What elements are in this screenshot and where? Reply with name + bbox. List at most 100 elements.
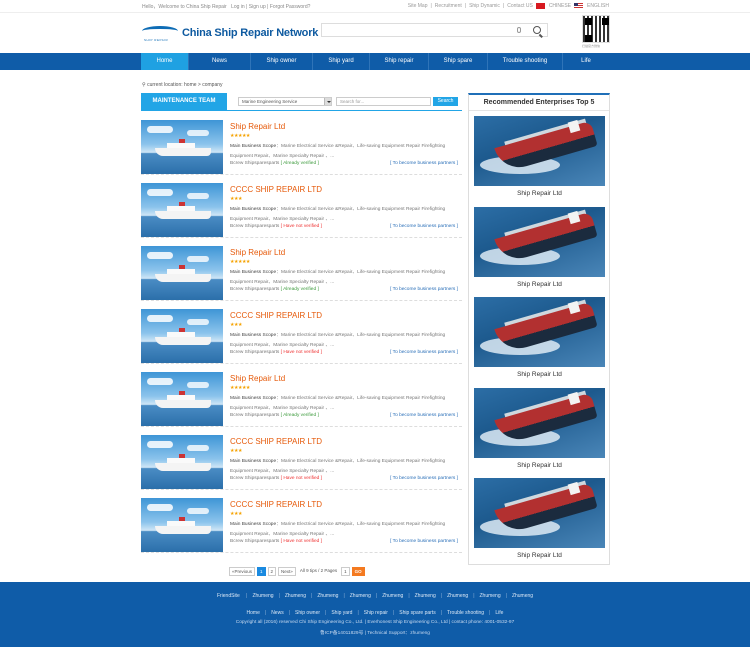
- recommended-card[interactable]: Ship Repair Ltd: [474, 478, 605, 564]
- business-scope-label: Main Business Scope: [230, 144, 277, 149]
- company-title[interactable]: Ship Repair Ltd: [230, 122, 285, 131]
- microphone-icon[interactable]: [517, 27, 521, 33]
- global-search-input[interactable]: [321, 23, 548, 37]
- become-partner-link[interactable]: [ To become business partners ]: [390, 476, 458, 481]
- company-thumbnail[interactable]: [141, 183, 223, 237]
- friend-site-link[interactable]: Zhumeng: [252, 593, 273, 599]
- company-thumbnail[interactable]: [141, 120, 223, 174]
- friend-site-link[interactable]: Zhumeng: [480, 593, 501, 599]
- lang-chinese-link[interactable]: CHINESE: [549, 3, 571, 9]
- footer-nav-link[interactable]: News: [271, 610, 284, 616]
- separator: |: [473, 593, 475, 599]
- recommended-card[interactable]: Ship Repair Ltd: [474, 297, 605, 383]
- footer-nav-link[interactable]: Ship owner: [295, 610, 320, 616]
- recommended-card-title[interactable]: Ship Repair Ltd: [474, 277, 605, 293]
- separator: |: [440, 593, 443, 599]
- next-page-button[interactable]: Next»: [278, 567, 296, 576]
- company-title[interactable]: CCCC SHIP REPAIR LTD: [230, 500, 322, 509]
- friend-site-link[interactable]: Zhumeng: [317, 593, 338, 599]
- recommended-card[interactable]: Ship Repair Ltd: [474, 206, 605, 293]
- friend-site-link[interactable]: Zhumeng: [415, 593, 436, 599]
- company-list-item: CCCC SHIP REPAIR LTD ★★★ Main Business S…: [141, 497, 462, 553]
- prev-page-button[interactable]: «Previous: [229, 567, 256, 576]
- recruitment-link[interactable]: Recruitment: [435, 3, 462, 9]
- company-thumbnail[interactable]: [141, 246, 223, 300]
- become-partner-link[interactable]: [ To become business partners ]: [390, 350, 458, 355]
- business-scope-label: Main Business Scope: [230, 396, 277, 401]
- separator: |: [264, 610, 267, 616]
- recommended-card-title[interactable]: Ship Repair Ltd: [474, 458, 605, 474]
- nav-home[interactable]: Home: [141, 53, 189, 70]
- ship-photo[interactable]: [474, 478, 605, 548]
- recommended-card-title[interactable]: Ship Repair Ltd: [474, 186, 605, 202]
- business-scope: Main Business Scope：Marine Electrical Se…: [230, 268, 462, 287]
- company-thumbnail[interactable]: [141, 435, 223, 489]
- footer-nav-link[interactable]: Ship spare parts: [399, 610, 435, 616]
- friend-site-link[interactable]: Zhumeng: [285, 593, 306, 599]
- business-scope: Main Business Scope：Marine Electrical Se…: [230, 520, 462, 539]
- company-thumbnail[interactable]: [141, 498, 223, 552]
- china-flag-icon: [535, 3, 545, 9]
- become-partner-link[interactable]: [ To become business partners ]: [390, 161, 458, 166]
- company-search-button[interactable]: Search: [433, 97, 458, 106]
- become-partner-link[interactable]: [ To become business partners ]: [390, 539, 458, 544]
- company-search-input[interactable]: Search for...: [336, 97, 431, 106]
- go-button[interactable]: GO: [351, 567, 365, 576]
- footer-nav-link[interactable]: Home: [247, 610, 260, 616]
- page-jump-input[interactable]: 1: [341, 567, 350, 576]
- ship-photo[interactable]: [474, 297, 605, 367]
- brand-name: Bcrew Shipsparesparts: [230, 476, 280, 481]
- chevron-down-icon[interactable]: [324, 98, 331, 105]
- search-icon[interactable]: [533, 26, 541, 34]
- friend-site-link[interactable]: Zhumeng: [350, 593, 371, 599]
- business-scope-label: Main Business Scope: [230, 459, 277, 464]
- friend-site-link[interactable]: Zhumeng: [382, 593, 403, 599]
- footer-nav-link[interactable]: Ship yard: [331, 610, 352, 616]
- nav-trouble-shooting[interactable]: Trouble shooting: [488, 53, 563, 70]
- nav-ship-owner[interactable]: Ship owner: [251, 53, 313, 70]
- business-scope: Main Business Scope：Marine Electrical Se…: [230, 205, 462, 224]
- separator: |: [408, 593, 410, 599]
- page-2-button[interactable]: 2: [267, 567, 277, 576]
- friendsite-label: FriendSite: [216, 593, 240, 599]
- become-partner-link[interactable]: [ To become business partners ]: [390, 287, 458, 292]
- lang-english-link[interactable]: ENGLISH: [587, 3, 609, 9]
- friend-site-link[interactable]: Zhumeng: [447, 593, 468, 599]
- company-title[interactable]: CCCC SHIP REPAIR LTD: [230, 185, 322, 194]
- company-thumbnail[interactable]: [141, 309, 223, 363]
- ship-photo[interactable]: [474, 206, 605, 277]
- recommended-card[interactable]: Ship Repair Ltd: [474, 387, 605, 474]
- friend-site-link[interactable]: Zhumeng: [512, 593, 533, 599]
- forgot-password-link[interactable]: Forgot Password?: [270, 4, 311, 10]
- ship-photo[interactable]: [474, 387, 605, 458]
- footer-nav-link[interactable]: Life: [495, 610, 503, 616]
- become-partner-link[interactable]: [ To become business partners ]: [390, 224, 458, 229]
- category-select[interactable]: Marine Engineering Service: [238, 97, 332, 106]
- company-title[interactable]: CCCC SHIP REPAIR LTD: [230, 437, 322, 446]
- contact-us-link[interactable]: Contact US: [507, 3, 533, 9]
- site-map-link[interactable]: Site Map: [408, 3, 428, 9]
- become-partner-link[interactable]: [ To become business partners ]: [390, 413, 458, 418]
- company-title[interactable]: Ship Repair Ltd: [230, 248, 285, 257]
- nav-ship-spare[interactable]: Ship spare: [429, 53, 488, 70]
- company-thumbnail[interactable]: [141, 372, 223, 426]
- nav-ship-yard[interactable]: Ship yard: [313, 53, 370, 70]
- site-logo[interactable]: SHIP REPAIR China Ship Repair Network: [142, 24, 318, 42]
- nav-life[interactable]: Life: [563, 53, 609, 70]
- nav-news[interactable]: News: [189, 53, 251, 70]
- login-link[interactable]: Log in: [231, 4, 245, 10]
- company-title[interactable]: Ship Repair Ltd: [230, 374, 285, 383]
- recommended-card-title[interactable]: Ship Repair Ltd: [474, 548, 605, 564]
- footer-nav-link[interactable]: Trouble shooting: [447, 610, 484, 616]
- ship-dynamic-link[interactable]: Ship Dynamic: [469, 3, 500, 9]
- recommended-card[interactable]: Ship Repair Ltd: [474, 116, 605, 202]
- recommended-card-title[interactable]: Ship Repair Ltd: [474, 367, 605, 383]
- maintenance-team-tab[interactable]: MAINTENANCE TEAM: [141, 93, 227, 110]
- footer-nav-link[interactable]: Ship repair: [364, 610, 388, 616]
- company-title[interactable]: CCCC SHIP REPAIR LTD: [230, 311, 322, 320]
- page-1-button[interactable]: 1: [257, 567, 266, 576]
- ship-photo[interactable]: [474, 116, 605, 186]
- brand-line: Bcrew Shipsparesparts [ Already verified…: [230, 161, 319, 166]
- nav-ship-repair[interactable]: Ship repair: [370, 53, 429, 70]
- signup-link[interactable]: Sign up: [249, 4, 266, 10]
